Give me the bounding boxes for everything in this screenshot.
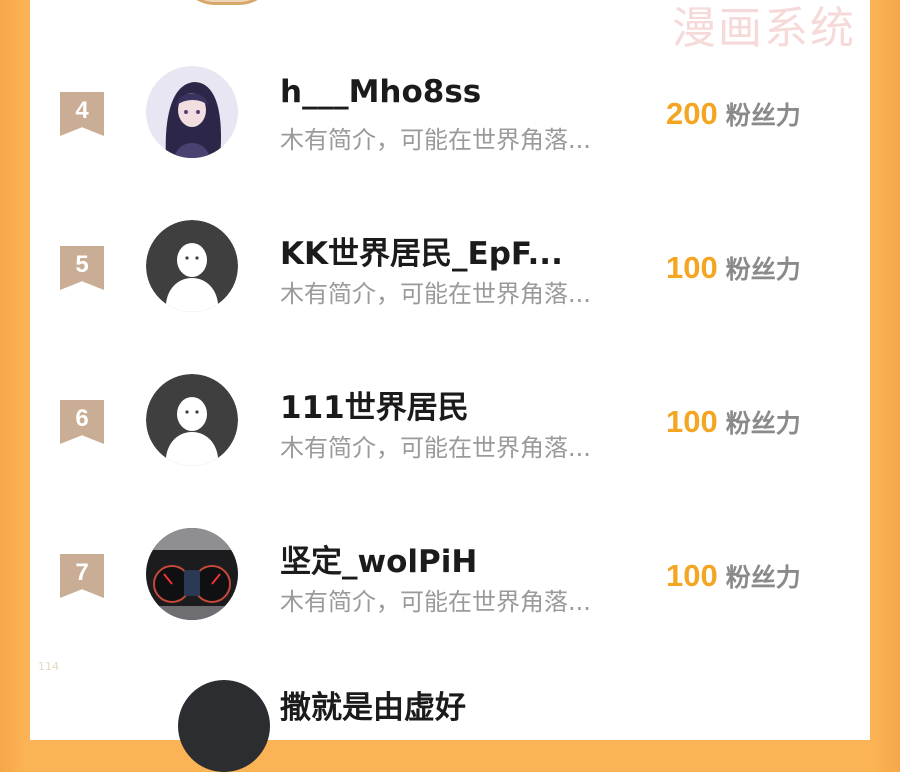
ranking-card: 漫画系统 4 h___Mho8ss 木有简介，可能在世界角落... 200 粉丝力… [30, 0, 870, 772]
fan-power-value: 100 [666, 558, 718, 593]
fan-power-value: 200 [666, 96, 718, 131]
list-item[interactable]: 7 坚定_wolPiH 木有简介，可能在世界角落... 100 粉丝力 [30, 528, 870, 648]
list-item[interactable]: 5 KK世界居民_EpF... 木有简介，可能在世界角落... 100 粉丝力 [30, 220, 870, 340]
list-item[interactable]: 6 111世界居民 木有简介，可能在世界角落... 100 粉丝力 [30, 374, 870, 494]
user-bio: 木有简介，可能在世界角落... [280, 126, 591, 154]
user-name[interactable]: h___Mho8ss [280, 74, 481, 110]
user-name[interactable]: 111世界居民 [280, 382, 469, 427]
user-bio: 木有简介，可能在世界角落... [280, 434, 591, 462]
fan-power-value: 100 [666, 250, 718, 285]
fan-power-unit: 粉丝力 [725, 563, 801, 592]
fan-power: 100 粉丝力 [666, 558, 801, 594]
default-person-avatar-icon [146, 374, 238, 466]
fan-power-value: 100 [666, 404, 718, 439]
list-item[interactable]: 4 h___Mho8ss 木有简介，可能在世界角落... 200 粉丝力 [30, 66, 870, 186]
avatar-partial-bottom[interactable] [178, 680, 270, 772]
avatar[interactable] [146, 220, 238, 312]
avatar-partial-top[interactable] [178, 0, 276, 5]
anime-girl-avatar-icon [146, 66, 238, 158]
user-name-partial[interactable]: 撒就是由虚好 [280, 682, 466, 727]
user-bio: 木有简介，可能在世界角落... [280, 280, 591, 308]
page-number: 114 [38, 660, 59, 673]
user-name[interactable]: 坚定_wolPiH [280, 536, 477, 581]
fan-power: 200 粉丝力 [666, 96, 801, 132]
user-name[interactable]: KK世界居民_EpF... [280, 228, 563, 273]
rank-badge: 5 [60, 246, 104, 290]
avatar[interactable] [146, 528, 238, 620]
user-bio: 木有简介，可能在世界角落... [280, 588, 591, 616]
watermark: 漫画系统 [672, 3, 856, 54]
avatar[interactable] [146, 374, 238, 466]
rank-badge: 4 [60, 92, 104, 136]
default-person-avatar-icon [146, 220, 238, 312]
fan-power-unit: 粉丝力 [725, 101, 801, 130]
fan-power-unit: 粉丝力 [725, 255, 801, 284]
fan-power: 100 粉丝力 [666, 404, 801, 440]
rank-badge: 6 [60, 400, 104, 444]
fan-power-unit: 粉丝力 [725, 409, 801, 438]
car-dashboard-avatar-icon [146, 528, 238, 620]
fan-power: 100 粉丝力 [666, 250, 801, 286]
rank-badge: 7 [60, 554, 104, 598]
avatar[interactable] [146, 66, 238, 158]
